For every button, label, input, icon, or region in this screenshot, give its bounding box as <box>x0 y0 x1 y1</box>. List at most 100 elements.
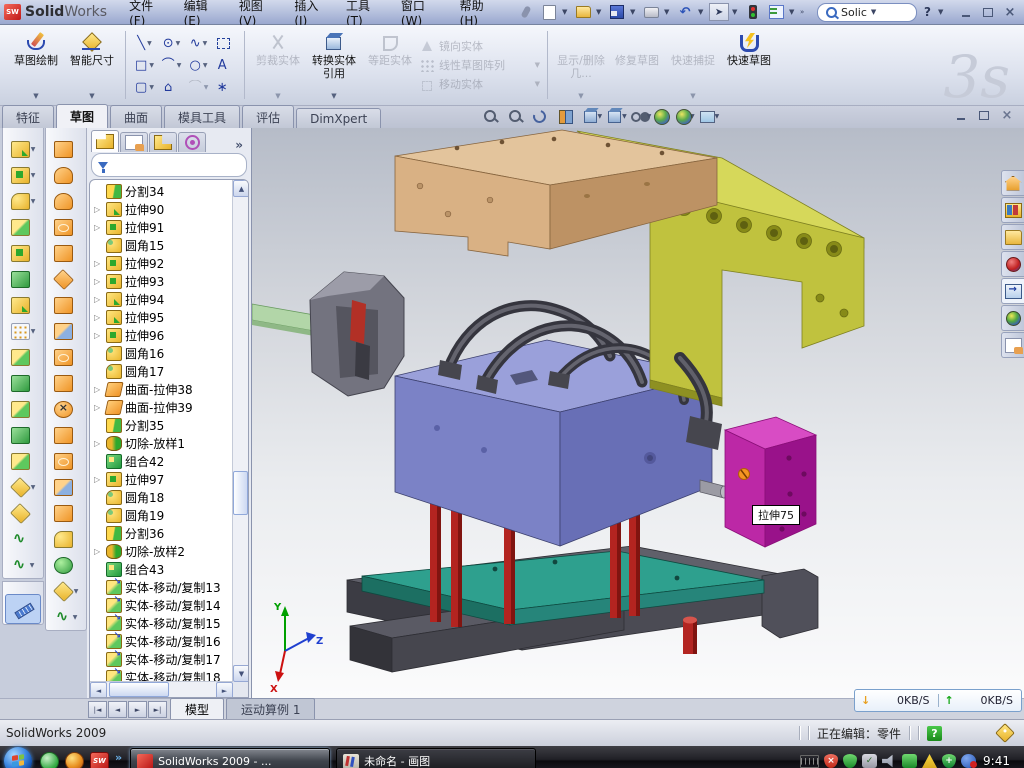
view-settings-button[interactable]: ▼ <box>698 108 720 125</box>
lofted-surface-button[interactable]: ▼ <box>46 214 86 240</box>
tree-item[interactable]: 实体-移动/复制16 <box>92 632 232 650</box>
dropdown-arrow-icon[interactable]: ▼ <box>149 84 154 91</box>
tree-item[interactable]: 分割35 <box>92 416 232 434</box>
expand-arrow-icon[interactable] <box>94 205 103 214</box>
arc-tool-button[interactable]: ⌒ ▼ <box>158 54 185 76</box>
keyboard-layout-icon[interactable] <box>800 755 819 768</box>
combine-bodies-button[interactable]: ▼ <box>3 422 43 448</box>
scrollbar-thumb[interactable] <box>109 682 169 697</box>
polygon-tool-button[interactable]: ⌂ ▼ <box>158 76 185 98</box>
tree-item[interactable]: 实体-移动/复制15 <box>92 614 232 632</box>
tree-item[interactable]: 切除-放样2 <box>92 542 232 560</box>
commandmanager-tab[interactable]: 评估 <box>242 105 294 128</box>
solidworks-resources-button[interactable] <box>1001 170 1024 196</box>
apply-scene-button[interactable]: ▼ <box>676 108 695 125</box>
firewall-tray-icon[interactable]: + <box>942 754 956 768</box>
configurationmanager-tab[interactable] <box>149 132 177 152</box>
tree-item[interactable]: 拉伸96 <box>92 326 232 344</box>
tree-item[interactable]: 圆角19 <box>92 506 232 524</box>
convert-entities-button[interactable]: 转换实体引用 ▼ <box>306 28 362 102</box>
help-button[interactable]: ? <box>920 5 935 19</box>
appearances-scenes-button[interactable] <box>1001 305 1024 331</box>
sync-tray-icon[interactable] <box>961 754 976 768</box>
solidworks-quick-launch-icon[interactable]: SW <box>90 752 109 768</box>
expand-arrow-icon[interactable] <box>94 547 103 556</box>
measure-button[interactable] <box>5 594 41 624</box>
move-copy-body-button[interactable]: ▼ <box>3 448 43 474</box>
scroll-left-icon[interactable]: ◄ <box>90 682 107 698</box>
dropdown-arrow-icon[interactable]: ▼ <box>30 562 35 569</box>
tab-nav-button[interactable]: |◄ <box>88 701 107 718</box>
trim-surface-button[interactable]: ▼ <box>46 500 86 526</box>
delete-body-button[interactable]: ▼ <box>3 474 43 500</box>
scroll-up-icon[interactable]: ▲ <box>233 180 249 197</box>
commandmanager-tab[interactable]: 特征 <box>2 105 54 128</box>
commandmanager-tab[interactable]: DimXpert <box>296 108 381 128</box>
tree-item[interactable]: 实体-移动/复制17 <box>92 650 232 668</box>
tree-item[interactable]: 圆角16 <box>92 344 232 362</box>
tab-nav-button[interactable]: ►| <box>148 701 167 718</box>
restore-button[interactable] <box>980 5 996 19</box>
search-input[interactable]: Solic <box>841 6 867 19</box>
dropdown-arrow-icon[interactable]: ▼ <box>89 92 94 102</box>
tag-icon[interactable] <box>995 723 1015 743</box>
instant3d-button[interactable]: ▼ <box>3 500 43 526</box>
graphics-viewport[interactable]: Y Z X 拉伸75 <box>252 128 1024 698</box>
line-tool-button[interactable]: ╲ ▼ <box>131 32 158 54</box>
offset-entities-button[interactable]: 等距实体 ▼ <box>362 28 418 102</box>
flex-button[interactable]: ▼ <box>3 552 43 578</box>
tree-item[interactable]: 拉伸94 <box>92 290 232 308</box>
doc-minimize-button[interactable] <box>954 109 968 122</box>
design-library-button[interactable] <box>1001 197 1024 223</box>
tree-item[interactable]: 圆角15 <box>92 236 232 254</box>
commandmanager-tab[interactable]: 曲面 <box>110 105 162 128</box>
swept-boss-button[interactable]: ▼ <box>3 214 43 240</box>
smart-dimension-button[interactable]: 智能尺寸 ▼ <box>64 28 120 102</box>
quick-snaps-button[interactable]: 快速捕捉 ▼ <box>665 28 721 102</box>
move-entities-button[interactable]: 移动实体 ▼ <box>418 76 542 93</box>
mirror-entities-button[interactable]: 镜向实体 ▼ <box>418 38 542 55</box>
view-orientation-button[interactable]: ▼ <box>581 108 603 125</box>
tab-nav-button[interactable]: ◄ <box>108 701 127 718</box>
doc-close-button[interactable]: × <box>1000 109 1014 122</box>
filled-surface-button[interactable]: ▼ <box>46 292 86 318</box>
expand-arrow-icon[interactable] <box>94 295 103 304</box>
tree-item[interactable]: 分割34 <box>92 182 232 200</box>
tree-item[interactable]: 实体-移动/复制13 <box>92 578 232 596</box>
hole-wizard-button[interactable]: ▼ <box>3 292 43 318</box>
expand-arrow-icon[interactable] <box>94 259 103 268</box>
tree-item[interactable]: 圆角17 <box>92 362 232 380</box>
dropdown-arrow-icon[interactable]: ▼ <box>31 484 36 491</box>
expand-arrow-icon[interactable] <box>94 475 103 484</box>
linear-pattern-button[interactable]: ▼ <box>3 318 43 344</box>
fillet-surface-button[interactable]: ▼ <box>46 526 86 552</box>
thicken-button[interactable]: ▼ <box>46 552 86 578</box>
quick-tips-icon[interactable]: ? <box>927 726 942 741</box>
delete-surface-button[interactable]: ▼ <box>46 578 86 604</box>
tree-item[interactable]: 实体-移动/复制14 <box>92 596 232 614</box>
sketch-button[interactable]: 草图绘制 ▼ <box>8 28 64 102</box>
scroll-down-icon[interactable]: ▼ <box>233 665 249 682</box>
dropdown-arrow-icon[interactable]: ▼ <box>203 40 208 47</box>
taskbar-clock[interactable]: 9:41 <box>981 754 1016 768</box>
dropdown-arrow-icon[interactable]: ▼ <box>578 92 583 102</box>
tree-item[interactable]: 拉伸90 <box>92 200 232 218</box>
zoom-area-button[interactable]: ▼ <box>507 108 529 125</box>
file-explorer-button[interactable] <box>1001 224 1024 250</box>
boundary-surface-button[interactable]: ▼ <box>46 188 86 214</box>
edit-appearance-button[interactable]: ▼ <box>654 108 673 125</box>
split-body-button[interactable]: ▼ <box>3 396 43 422</box>
dropdown-arrow-icon[interactable]: ▼ <box>31 172 36 179</box>
extend-surface-button[interactable]: ▼ <box>46 474 86 500</box>
model-tab[interactable]: 运动算例 1 <box>226 698 315 719</box>
security-alert-tray-icon[interactable]: × <box>824 754 838 768</box>
knit-surface-button[interactable]: ▼ <box>46 240 86 266</box>
dropdown-arrow-icon[interactable]: ▼ <box>74 588 79 595</box>
radiate-surface-button[interactable]: ▼ <box>46 370 86 396</box>
tab-nav-button[interactable]: ► <box>128 701 147 718</box>
scroll-right-icon[interactable]: ► <box>216 682 233 698</box>
dropdown-arrow-icon[interactable]: ▼ <box>690 92 695 102</box>
pin-icon[interactable] <box>516 3 536 21</box>
section-view-button[interactable]: ▼ <box>556 108 578 125</box>
sketch-fillet-tool-button[interactable]: ⌒ ▼ <box>185 76 212 98</box>
